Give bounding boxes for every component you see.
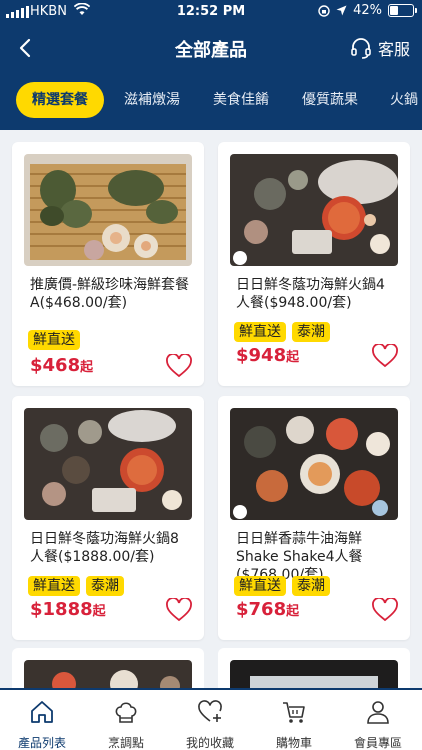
- nav-label: 產品列表: [17, 736, 66, 750]
- status-right: 42%: [318, 3, 417, 18]
- battery-percent: 42%: [353, 3, 382, 18]
- price-suffix: 起: [80, 360, 94, 375]
- user-icon: [367, 701, 389, 724]
- customer-service-label: 客服: [377, 40, 410, 59]
- product-card[interactable]: 日日鮮香蒜牛油海鮮Shake Shake4人餐($768.00/套) 鮮直送 泰…: [218, 396, 410, 640]
- nav-cart[interactable]: 購物車: [252, 690, 336, 750]
- tag-fresh-delivery: 鮮直送: [234, 322, 286, 342]
- chef-hat-icon: [115, 702, 137, 723]
- tab-quality-produce[interactable]: 優質蔬果: [302, 82, 358, 118]
- tag-thai-trend: 泰潮: [292, 322, 330, 342]
- product-card[interactable]: [12, 648, 204, 688]
- home-icon: [31, 701, 53, 723]
- product-card[interactable]: [218, 648, 410, 688]
- product-image: [230, 154, 398, 266]
- product-card[interactable]: 日日鮮冬蔭功海鮮火鍋4人餐($948.00/套) 鮮直送 泰潮 $948起: [218, 142, 410, 386]
- product-price: $468起: [30, 355, 93, 376]
- rotation-lock-icon: [318, 4, 330, 17]
- nav-product-list[interactable]: 產品列表: [0, 690, 84, 750]
- tag-fresh-delivery: 鮮直送: [28, 576, 80, 596]
- price-value: $468: [30, 355, 81, 376]
- favorite-heart-icon[interactable]: [166, 354, 192, 378]
- product-image: [230, 660, 398, 688]
- favorite-heart-icon[interactable]: [372, 598, 398, 622]
- nav-member-area[interactable]: 會員專區: [336, 690, 420, 750]
- nav-bar: 全部產品 客服: [0, 28, 422, 68]
- tab-featured-sets[interactable]: 精選套餐: [16, 82, 104, 118]
- product-price: $1888起: [30, 599, 106, 620]
- product-name: 推廣價-鮮級珍味海鮮套餐A($468.00/套): [30, 277, 190, 311]
- price-value: $1888: [30, 599, 93, 620]
- category-tabs: 精選套餐 滋補燉湯 美食佳餚 優質蔬果 火鍋: [0, 82, 422, 118]
- price-value: $948: [236, 345, 287, 366]
- nav-label: 我的收藏: [185, 736, 234, 750]
- price-suffix: 起: [286, 350, 300, 365]
- favorite-heart-icon[interactable]: [372, 344, 398, 368]
- product-tags: 鮮直送: [28, 330, 80, 350]
- location-icon: [336, 5, 347, 16]
- product-image: [24, 154, 192, 266]
- bottom-nav: 產品列表 烹調點 我的收藏 購物車 會員專區: [0, 688, 422, 750]
- price-suffix: 起: [286, 604, 300, 619]
- product-tags: 鮮直送 泰潮: [28, 576, 124, 596]
- tab-nourishing-soups[interactable]: 滋補燉湯: [124, 82, 180, 118]
- price-value: $768: [236, 599, 287, 620]
- price-suffix: 起: [92, 604, 106, 619]
- cart-icon: [283, 702, 305, 723]
- tag-fresh-delivery: 鮮直送: [28, 330, 80, 350]
- heart-plus-icon: [198, 700, 222, 722]
- product-tags: 鮮直送 泰潮: [234, 576, 330, 596]
- tab-gourmet-dishes[interactable]: 美食佳餚: [213, 82, 269, 118]
- product-name: 日日鮮冬蔭功海鮮火鍋4人餐($948.00/套): [236, 277, 385, 311]
- top-bar: HKBN 12:52 PM 42% 全部產品 客服 精選套餐 滋補燉湯 美食佳餚…: [0, 0, 422, 130]
- product-image: [24, 660, 192, 688]
- tag-thai-trend: 泰潮: [292, 576, 330, 596]
- favorite-heart-icon[interactable]: [166, 598, 192, 622]
- product-price: $948起: [236, 345, 299, 366]
- product-tags: 鮮直送 泰潮: [234, 322, 330, 342]
- app-root: HKBN 12:52 PM 42% 全部產品 客服 精選套餐 滋補燉湯 美食佳餚…: [0, 0, 422, 750]
- product-card[interactable]: 推廣價-鮮級珍味海鮮套餐A($468.00/套) 鮮直送 $468起: [12, 142, 204, 386]
- product-grid: 推廣價-鮮級珍味海鮮套餐A($468.00/套) 鮮直送 $468起 日日鮮冬蔭…: [0, 130, 422, 688]
- product-name: 日日鮮冬蔭功海鮮火鍋8人餐($1888.00/套): [30, 531, 179, 565]
- headset-icon: [351, 38, 371, 59]
- nav-favorites[interactable]: 我的收藏: [168, 690, 252, 750]
- battery-icon: [388, 4, 417, 17]
- product-card[interactable]: 日日鮮冬蔭功海鮮火鍋8人餐($1888.00/套) 鮮直送 泰潮 $1888起: [12, 396, 204, 640]
- product-price: $768起: [236, 599, 299, 620]
- status-bar: HKBN 12:52 PM 42%: [0, 0, 422, 24]
- tab-hotpot[interactable]: 火鍋: [390, 82, 418, 118]
- product-image: [24, 408, 192, 520]
- customer-service-button[interactable]: 客服: [350, 36, 410, 60]
- nav-label: 購物車: [275, 736, 312, 750]
- tag-fresh-delivery: 鮮直送: [234, 576, 286, 596]
- nav-label: 烹調點: [107, 736, 144, 750]
- product-image: [230, 408, 398, 520]
- tag-thai-trend: 泰潮: [86, 576, 124, 596]
- nav-cooking[interactable]: 烹調點: [84, 690, 168, 750]
- nav-label: 會員專區: [353, 736, 402, 750]
